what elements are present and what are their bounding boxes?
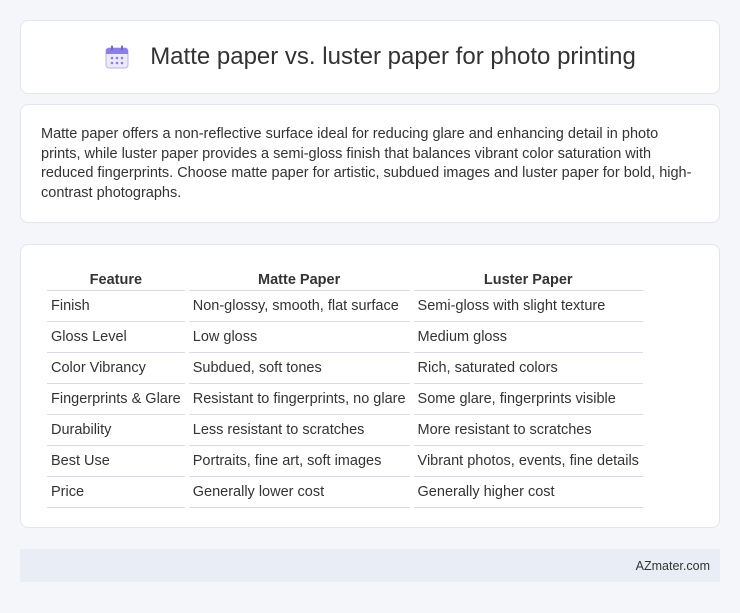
table-row: Best Use Portraits, fine art, soft image… bbox=[47, 446, 643, 477]
luster-cell: Some glare, fingerprints visible bbox=[413, 384, 643, 415]
luster-cell: Generally higher cost bbox=[413, 477, 643, 508]
feature-cell: Finish bbox=[47, 291, 185, 322]
matte-cell: Non-glossy, smooth, flat surface bbox=[188, 291, 410, 322]
table-row: Price Generally lower cost Generally hig… bbox=[47, 477, 643, 508]
matte-cell: Low gloss bbox=[188, 322, 410, 353]
matte-cell: Portraits, fine art, soft images bbox=[188, 446, 410, 477]
header-matte-paper: Matte Paper bbox=[188, 265, 410, 291]
table-row: Color Vibrancy Subdued, soft tones Rich,… bbox=[47, 353, 643, 384]
header-card: Matte paper vs. luster paper for photo p… bbox=[20, 20, 720, 94]
luster-cell: Rich, saturated colors bbox=[413, 353, 643, 384]
matte-cell: Resistant to fingerprints, no glare bbox=[188, 384, 410, 415]
calendar-icon bbox=[104, 44, 130, 70]
table-header-row: Feature Matte Paper Luster Paper bbox=[47, 265, 643, 291]
luster-cell: More resistant to scratches bbox=[413, 415, 643, 446]
intro-text: Matte paper offers a non-reflective surf… bbox=[41, 126, 692, 201]
matte-cell: Generally lower cost bbox=[188, 477, 410, 508]
feature-cell: Durability bbox=[47, 415, 185, 446]
luster-cell: Medium gloss bbox=[413, 322, 643, 353]
table-row: Gloss Level Low gloss Medium gloss bbox=[47, 322, 643, 353]
feature-cell: Best Use bbox=[47, 446, 185, 477]
table-row: Finish Non-glossy, smooth, flat surface … bbox=[47, 291, 643, 322]
table-row: Fingerprints & Glare Resistant to finger… bbox=[47, 384, 643, 415]
feature-cell: Fingerprints & Glare bbox=[47, 384, 185, 415]
feature-cell: Gloss Level bbox=[47, 322, 185, 353]
header-feature: Feature bbox=[47, 265, 185, 291]
footer: AZmater.com bbox=[20, 549, 720, 582]
header: Matte paper vs. luster paper for photo p… bbox=[104, 43, 636, 71]
footer-brand[interactable]: AZmater.com bbox=[636, 559, 710, 573]
comparison-card: Feature Matte Paper Luster Paper Finish … bbox=[20, 244, 720, 528]
matte-cell: Subdued, soft tones bbox=[188, 353, 410, 384]
luster-cell: Vibrant photos, events, fine details bbox=[413, 446, 643, 477]
luster-cell: Semi-gloss with slight texture bbox=[413, 291, 643, 322]
feature-cell: Color Vibrancy bbox=[47, 353, 185, 384]
header-luster-paper: Luster Paper bbox=[413, 265, 643, 291]
page-title: Matte paper vs. luster paper for photo p… bbox=[150, 43, 636, 70]
comparison-table: Feature Matte Paper Luster Paper Finish … bbox=[43, 265, 647, 508]
table-row: Durability Less resistant to scratches M… bbox=[47, 415, 643, 446]
feature-cell: Price bbox=[47, 477, 185, 508]
matte-cell: Less resistant to scratches bbox=[188, 415, 410, 446]
intro-card: Matte paper offers a non-reflective surf… bbox=[20, 104, 720, 223]
